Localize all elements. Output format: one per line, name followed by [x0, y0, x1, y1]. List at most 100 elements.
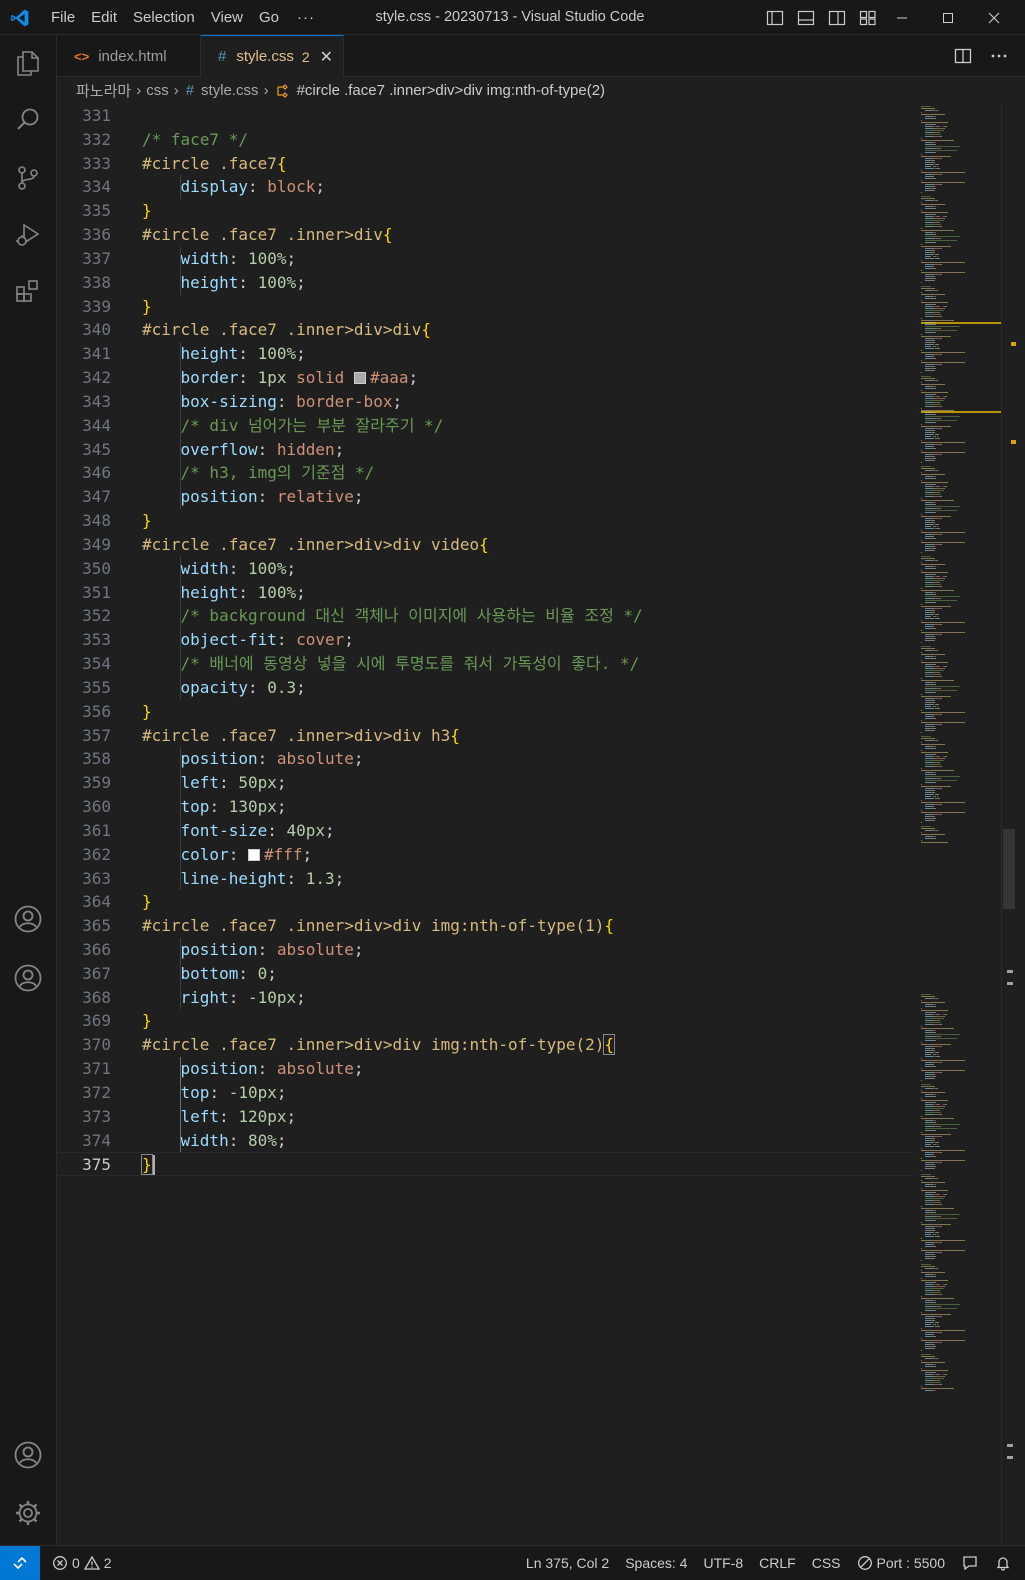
code-line[interactable]: 342 border: 1px solid #aaa; — [57, 366, 915, 390]
code-line[interactable]: 363 line-height: 1.3; — [57, 866, 915, 891]
menu-view[interactable]: View — [203, 0, 251, 35]
code-line[interactable]: 347 position: relative; — [57, 485, 915, 510]
code-line[interactable]: 368 right: -10px; — [57, 985, 915, 1010]
accounts-button-2[interactable] — [12, 962, 44, 994]
menu-file[interactable]: File — [43, 0, 83, 35]
tab-index-html[interactable]: <> index.html — [57, 35, 201, 77]
code-line[interactable]: 353 object-fit: cover; — [57, 628, 915, 653]
code-line[interactable]: 333 #circle .face7{ — [57, 152, 915, 176]
minimap-line — [924, 506, 960, 507]
explorer-button[interactable] — [12, 47, 44, 79]
color-swatch[interactable] — [353, 372, 366, 385]
extensions-button[interactable] — [12, 276, 44, 308]
code-line[interactable]: 373 left: 120px; — [57, 1104, 915, 1129]
code-line[interactable]: 349 #circle .face7 .inner>div>div video{ — [57, 533, 915, 557]
code-line[interactable]: 345 overflow: hidden; — [57, 437, 915, 462]
vertical-scrollbar[interactable] — [1001, 104, 1016, 1545]
code-line[interactable]: 360 top: 130px; — [57, 795, 915, 819]
toggle-panel-icon[interactable] — [797, 9, 815, 27]
split-editor-icon[interactable] — [954, 47, 972, 65]
indentation[interactable]: Spaces: 4 — [617, 1546, 695, 1580]
menu-go[interactable]: Go — [251, 0, 287, 35]
accounts-button[interactable] — [12, 1439, 44, 1471]
code-line[interactable]: 346 /* h3, img의 기준점 */ — [57, 461, 915, 486]
color-swatch[interactable] — [247, 848, 260, 861]
breadcrumb-symbol[interactable]: #circle .face7 .inner>div>div img:nth-of… — [297, 82, 605, 99]
tab-style-css[interactable]: # style.css 2 ✕ — [201, 35, 344, 77]
menu-selection[interactable]: Selection — [125, 0, 203, 35]
live-server-port[interactable]: Port : 5500 — [849, 1546, 954, 1580]
minimap-line — [964, 1250, 966, 1251]
breadcrumb-subfolder[interactable]: css — [146, 82, 169, 99]
code-line[interactable]: 365 #circle .face7 .inner>div>div img:nth… — [57, 914, 915, 938]
code-line[interactable]: 355 opacity: 0.3; — [57, 675, 915, 700]
menu-more-button[interactable]: ··· — [287, 9, 325, 26]
code-line[interactable]: 372 top: -10px; — [57, 1080, 915, 1105]
minimap-line — [943, 384, 945, 385]
code-line[interactable]: 371 position: absolute; — [57, 1057, 915, 1081]
close-window-button[interactable] — [971, 0, 1017, 35]
language-mode[interactable]: CSS — [804, 1546, 849, 1580]
code-line[interactable]: 362 color: #fff; — [57, 842, 915, 867]
code-line[interactable]: 341 height: 100%; — [57, 342, 915, 367]
toggle-secondary-sidebar-icon[interactable] — [828, 9, 846, 27]
code-line[interactable]: 351 height: 100%; — [57, 580, 915, 605]
code-line[interactable]: 352 /* background 대신 객체나 이미지에 사용하는 비율 조정… — [57, 604, 915, 629]
breadcrumb-folder[interactable]: 파노라마 — [76, 80, 131, 101]
code-line[interactable]: 331 — [57, 104, 915, 128]
breadcrumb-file[interactable]: style.css — [201, 82, 259, 99]
code-line[interactable]: 334 display: block; — [57, 175, 915, 200]
current-code-line[interactable]: 375} — [57, 1152, 915, 1177]
more-actions-icon[interactable] — [990, 47, 1008, 65]
run-and-debug-button[interactable] — [12, 219, 44, 251]
code-line[interactable]: 359 left: 50px; — [57, 771, 915, 796]
minimap[interactable] — [915, 104, 1001, 1545]
scrollbar-thumb[interactable] — [1003, 829, 1015, 909]
code-line[interactable]: 367 bottom: 0; — [57, 961, 915, 986]
code-line[interactable]: 358 position: absolute; — [57, 747, 915, 772]
code-line[interactable]: 348} — [57, 509, 915, 533]
minimize-button[interactable] — [879, 0, 925, 35]
code-line[interactable]: 337 width: 100%; — [57, 246, 915, 271]
code-line[interactable]: 338 height: 100%; — [57, 270, 915, 295]
toggle-primary-sidebar-icon[interactable] — [766, 9, 784, 27]
code-line[interactable]: 374 width: 80%; — [57, 1128, 915, 1153]
encoding[interactable]: UTF-8 — [695, 1546, 751, 1580]
feedback-button[interactable] — [953, 1546, 987, 1580]
code-token: position — [180, 749, 258, 769]
code-line[interactable]: 356} — [57, 700, 915, 724]
code-line[interactable]: 332 /* face7 */ — [57, 128, 915, 152]
end-of-line[interactable]: CRLF — [751, 1546, 804, 1580]
code-line[interactable]: 364} — [57, 890, 915, 914]
manage-settings-button[interactable] — [12, 1497, 44, 1529]
notifications-button[interactable] — [987, 1546, 1025, 1580]
code-line[interactable]: 370 #circle .face7 .inner>div>div img:nth… — [57, 1033, 915, 1057]
minimap-line — [946, 1104, 948, 1105]
code-line[interactable]: 357 #circle .face7 .inner>div>div h3{ — [57, 724, 915, 748]
problems-status[interactable]: 0 2 — [44, 1546, 120, 1580]
maximize-button[interactable] — [925, 0, 971, 35]
code-line[interactable]: 354 /* 배너에 동영상 넣을 시에 투명도를 줘서 가독성이 좋다. */ — [57, 652, 915, 676]
source-control-button[interactable] — [12, 162, 44, 194]
code-line[interactable]: 335} — [57, 199, 915, 223]
code-line[interactable]: 350 width: 100%; — [57, 556, 915, 581]
customize-layout-icon[interactable] — [859, 9, 877, 27]
code-line[interactable]: 339} — [57, 295, 915, 319]
remote-indicator-button[interactable] — [0, 1546, 40, 1580]
accounts-button-1[interactable] — [12, 903, 44, 935]
minimap-line — [933, 518, 941, 519]
close-tab-button[interactable]: ✕ — [320, 47, 333, 67]
code-editor[interactable]: 331 332/* face7 */333 #circle .face7{334 d… — [57, 104, 915, 1545]
code-line[interactable]: 361 font-size: 40px; — [57, 818, 915, 843]
code-line[interactable]: 336 #circle .face7 .inner>div{ — [57, 223, 915, 247]
code-line[interactable]: 366 position: absolute; — [57, 937, 915, 962]
code-line[interactable]: 340 #circle .face7 .inner>div>div{ — [57, 318, 915, 342]
search-button[interactable] — [12, 104, 44, 136]
cursor-position[interactable]: Ln 375, Col 2 — [518, 1546, 617, 1580]
code-line[interactable]: 343 box-sizing: border-box; — [57, 389, 915, 414]
menu-edit[interactable]: Edit — [83, 0, 125, 35]
code-line[interactable]: 369} — [57, 1009, 915, 1033]
code-line[interactable]: 344 /* div 넘어가는 부분 잘라주기 */ — [57, 413, 915, 438]
minimap-line — [921, 720, 922, 721]
